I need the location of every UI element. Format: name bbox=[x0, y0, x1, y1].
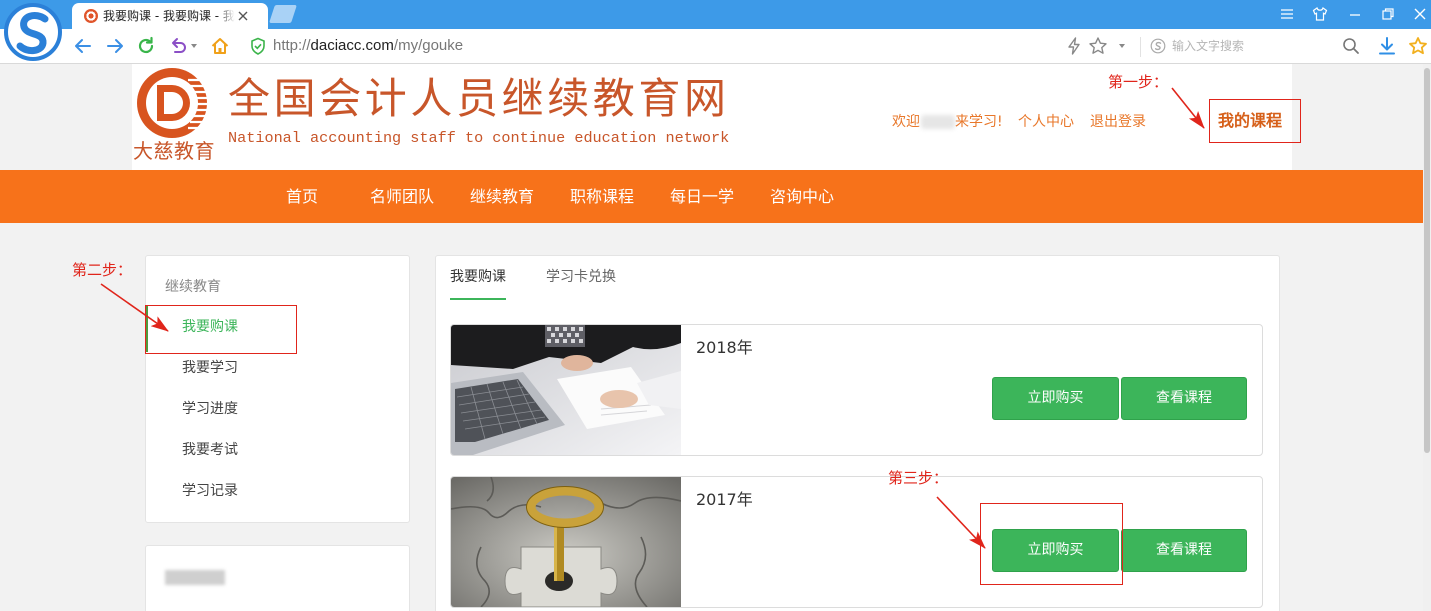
course-image[interactable] bbox=[451, 477, 681, 607]
annotation-step-3: 第三步： bbox=[888, 469, 949, 487]
nav-item-consulting[interactable]: 咨询中心 bbox=[770, 170, 834, 223]
course-title: 2018年 bbox=[696, 338, 753, 357]
site-favicon-icon bbox=[84, 9, 98, 23]
sidebar-menu-card: 继续教育 我要购课 我要学习 学习进度 我要考试 学习记录 bbox=[145, 255, 410, 523]
page-scrollbar[interactable] bbox=[1423, 64, 1431, 611]
nav-item-daily-study[interactable]: 每日一学 bbox=[670, 170, 734, 223]
course-item: 2018年 立即购买 查看课程 bbox=[450, 324, 1263, 456]
main-content-card: 我要购课 学习卡兑换 2018年 立即购买 查看课程 2017年 立即购买 查看… bbox=[435, 255, 1280, 611]
site-logo-text: 大慈教育 bbox=[133, 139, 215, 163]
search-input[interactable] bbox=[1172, 35, 1337, 57]
url-scheme: http:// bbox=[273, 37, 311, 54]
sidebar-item-label: 我要考试 bbox=[182, 442, 238, 458]
course-image[interactable] bbox=[451, 325, 681, 455]
new-tab-button[interactable] bbox=[269, 5, 297, 23]
tab-close-icon[interactable] bbox=[237, 10, 249, 22]
url-path: /my/gouke bbox=[393, 37, 464, 54]
sidebar-item-progress[interactable]: 学习进度 bbox=[146, 389, 409, 430]
blurred-content bbox=[165, 570, 225, 585]
sidebar-item-label: 我要学习 bbox=[182, 360, 238, 376]
personal-center-link[interactable]: 个人中心 bbox=[1018, 113, 1074, 131]
forward-icon[interactable] bbox=[105, 36, 125, 56]
nav-item-title-courses[interactable]: 职称课程 bbox=[570, 170, 634, 223]
sidebar-item-exam[interactable]: 我要考试 bbox=[146, 430, 409, 471]
nav-item-home[interactable]: 首页 bbox=[286, 170, 318, 223]
course-item: 2017年 立即购买 查看课程 bbox=[450, 476, 1263, 608]
main-nav: 首页 名师团队 继续教育 职称课程 每日一学 咨询中心 bbox=[0, 170, 1423, 223]
close-icon[interactable] bbox=[1412, 6, 1428, 22]
sidebar-item-buy-course[interactable]: 我要购课 bbox=[145, 306, 409, 352]
bookmark-dropdown-icon[interactable] bbox=[1118, 43, 1126, 49]
tab-study-card-redeem[interactable]: 学习卡兑换 bbox=[546, 267, 616, 300]
nav-item-teachers[interactable]: 名师团队 bbox=[370, 170, 434, 223]
minimize-icon[interactable] bbox=[1347, 6, 1363, 22]
scrollbar-thumb[interactable] bbox=[1424, 68, 1430, 453]
browser-address-bar: http://daciacc.com/my/gouke bbox=[0, 29, 1431, 64]
site-subtitle: National accounting staff to continue ed… bbox=[228, 129, 730, 147]
menu-icon[interactable] bbox=[1279, 6, 1295, 22]
search-icon[interactable] bbox=[1342, 37, 1360, 55]
welcome-suffix: 来学习! bbox=[955, 114, 1003, 130]
site-logo-icon[interactable] bbox=[132, 66, 218, 140]
undo-dropdown-icon[interactable] bbox=[190, 43, 198, 49]
undo-icon[interactable] bbox=[168, 36, 188, 56]
speed-mode-icon[interactable] bbox=[1064, 36, 1084, 56]
url-text[interactable]: http://daciacc.com/my/gouke bbox=[273, 36, 463, 56]
buy-now-button[interactable]: 立即购买 bbox=[992, 377, 1119, 420]
toolbar-divider bbox=[1140, 37, 1141, 57]
skin-icon[interactable] bbox=[1312, 6, 1328, 22]
secure-shield-icon[interactable] bbox=[250, 37, 266, 55]
tab-title: 我要购课 - 我要购课 - 我 bbox=[103, 9, 235, 23]
view-course-button[interactable]: 查看课程 bbox=[1121, 529, 1247, 572]
annotation-step-2: 第二步： bbox=[72, 261, 133, 279]
course-title: 2017年 bbox=[696, 490, 753, 509]
view-course-button[interactable]: 查看课程 bbox=[1121, 377, 1247, 420]
tab-buy-course[interactable]: 我要购课 bbox=[450, 267, 506, 300]
my-courses-link[interactable]: 我的课程 bbox=[1218, 111, 1282, 131]
favorites-star-icon[interactable] bbox=[1408, 36, 1428, 56]
welcome-prefix: 欢迎 bbox=[892, 114, 920, 130]
logout-link[interactable]: 退出登录 bbox=[1090, 113, 1146, 131]
username-blurred bbox=[921, 115, 955, 129]
url-host: daciacc.com bbox=[310, 37, 394, 54]
refresh-icon[interactable] bbox=[136, 36, 156, 56]
annotation-step-1: 第一步： bbox=[1108, 73, 1169, 91]
sidebar-item-label: 我要购课 bbox=[182, 319, 238, 335]
sidebar-item-label: 学习进度 bbox=[182, 401, 238, 417]
browser-logo-icon[interactable] bbox=[3, 2, 63, 62]
search-engine-icon[interactable] bbox=[1150, 38, 1166, 54]
sidebar-item-study[interactable]: 我要学习 bbox=[146, 348, 409, 389]
buy-now-button[interactable]: 立即购买 bbox=[992, 529, 1119, 572]
sidebar-item-records[interactable]: 学习记录 bbox=[146, 471, 409, 512]
sidebar-section-title: 继续教育 bbox=[165, 279, 221, 295]
browser-tab-active[interactable]: 我要购课 - 我要购课 - 我 bbox=[72, 3, 268, 29]
download-icon[interactable] bbox=[1377, 36, 1397, 56]
home-icon[interactable] bbox=[210, 36, 230, 56]
sidebar-secondary-card bbox=[145, 545, 410, 611]
restore-icon[interactable] bbox=[1380, 6, 1396, 22]
nav-item-continuing-education[interactable]: 继续教育 bbox=[470, 170, 534, 223]
browser-tab-bar: 我要购课 - 我要购课 - 我 bbox=[0, 0, 1431, 29]
back-icon[interactable] bbox=[73, 36, 93, 56]
bookmark-star-icon[interactable] bbox=[1088, 36, 1108, 56]
site-title: 全国会计人员继续教育网 bbox=[228, 74, 730, 123]
sidebar-item-label: 学习记录 bbox=[182, 483, 238, 499]
